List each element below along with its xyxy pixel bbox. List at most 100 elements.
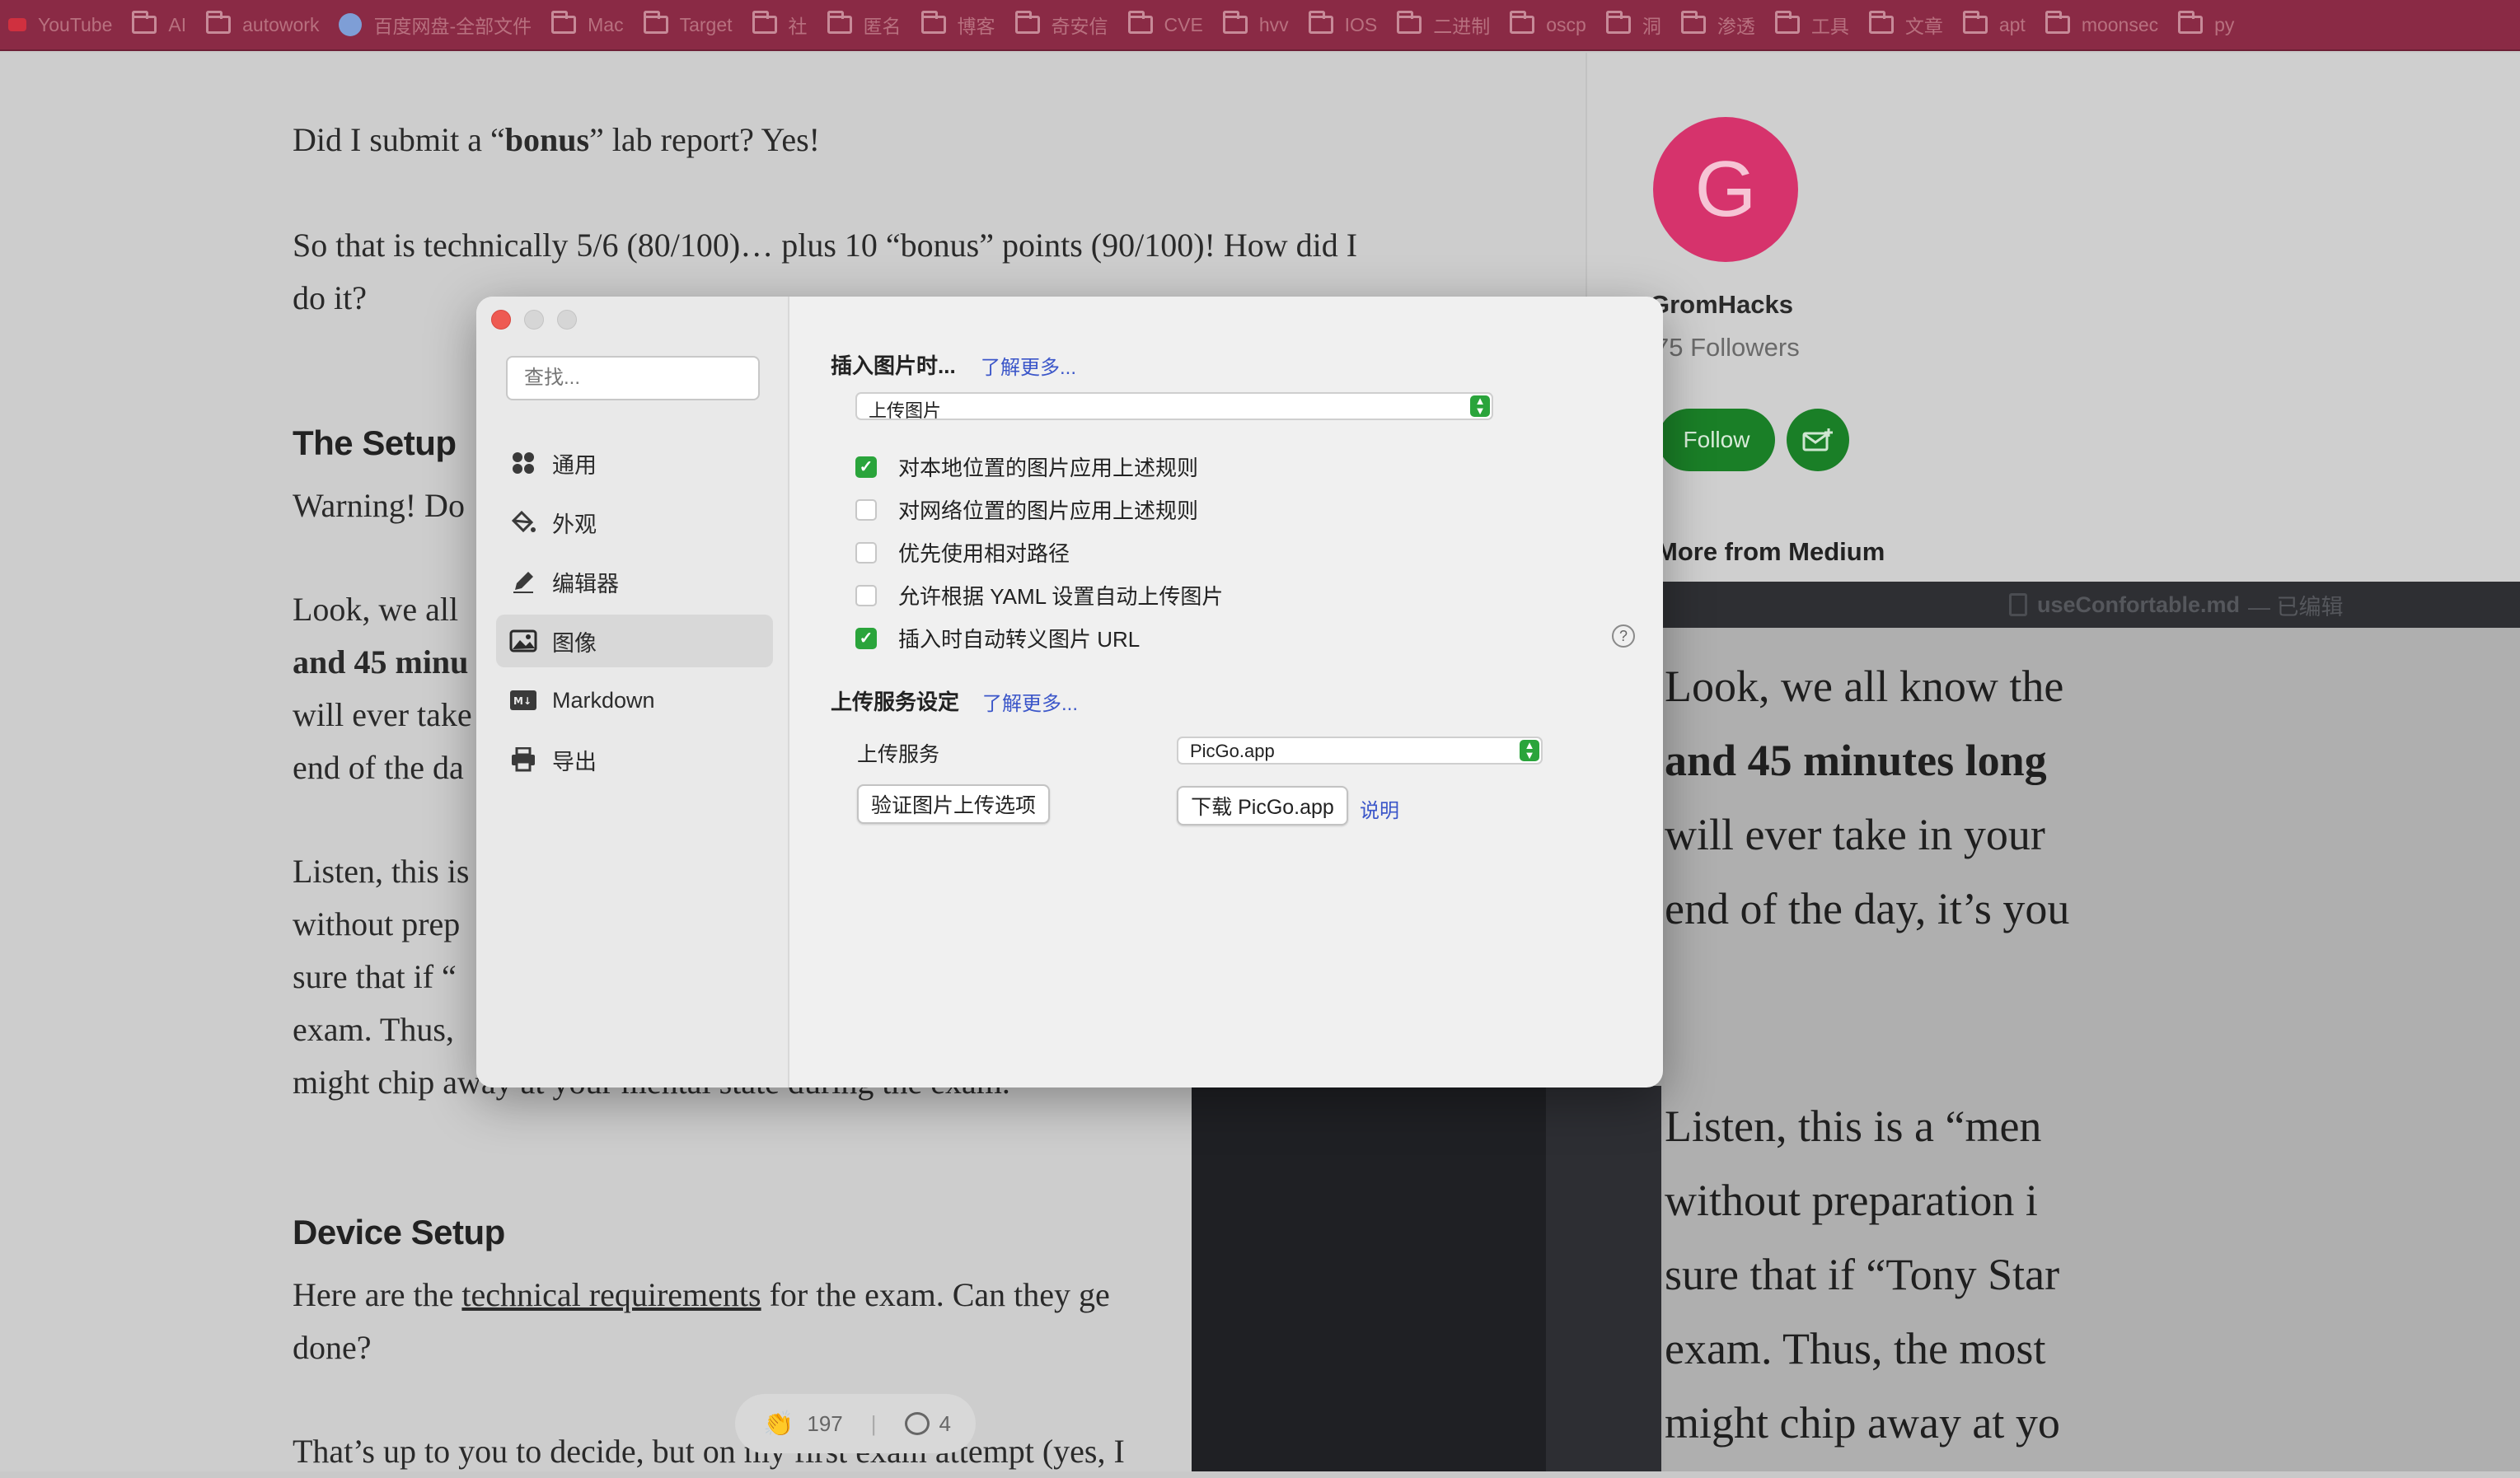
folder-icon — [551, 11, 577, 34]
verify-upload-button[interactable]: 验证图片上传选项 — [857, 784, 1050, 824]
bookmark-item[interactable]: Mac — [543, 0, 635, 49]
folder-icon — [920, 11, 946, 34]
bookmark-label: autowork — [242, 13, 320, 35]
bookmark-label: apt — [1998, 13, 2026, 35]
folder-icon — [206, 11, 232, 34]
checkbox-label: 插入时自动转义图片 URL — [898, 627, 1141, 652]
insert-image-action-select[interactable]: 上传图片 ▲ ▼ — [855, 392, 1493, 421]
general-grid-icon — [509, 449, 537, 477]
bookmark-item[interactable]: 社 — [744, 0, 819, 49]
folder-icon — [752, 11, 777, 34]
checkbox-yaml-upload[interactable]: 允许根据 YAML 设置自动上传图片 — [855, 580, 1223, 610]
bookmark-label: hvv — [1258, 13, 1289, 35]
bookmark-item[interactable]: 二进制 — [1389, 0, 1501, 49]
checkbox-empty-icon — [855, 498, 877, 521]
editor-line: and 45 minutes long — [1665, 736, 2047, 785]
typora-editor[interactable]: Look, we all know the and 45 minutes lon… — [1665, 628, 2520, 1471]
nav-item-export[interactable]: 导出 — [496, 733, 773, 786]
minimize-window-button[interactable] — [524, 310, 544, 330]
bookmark-label: 工具 — [1810, 16, 1849, 37]
bookmark-item[interactable]: 博客 — [913, 0, 1007, 49]
folder-icon — [2045, 11, 2070, 34]
bookmark-item[interactable]: apt — [1955, 0, 2037, 49]
clap-icon[interactable]: 👏 — [763, 1410, 794, 1438]
bookmark-label: Mac — [588, 13, 624, 35]
bookmark-item[interactable]: autowork — [198, 0, 330, 49]
checkbox-empty-icon — [855, 541, 877, 564]
subscribe-button[interactable] — [1787, 409, 1849, 471]
markdown-icon: M↓ — [509, 686, 537, 714]
checkbox-label: 优先使用相对路径 — [898, 541, 1070, 566]
bookmark-item[interactable]: 洞 — [1598, 0, 1673, 49]
bookmark-item[interactable]: 奇安信 — [1007, 0, 1120, 49]
nav-item-appearance[interactable]: 外观 — [496, 496, 773, 549]
checkmark-icon: ✓ — [855, 627, 877, 649]
nav-item-editor[interactable]: 编辑器 — [496, 555, 773, 608]
bookmark-item[interactable]: 文章 — [1861, 0, 1955, 49]
bookmarks-bar: YouTube AI autowork 百度网盘-全部文件 Mac Target 社 匿名 博客… — [0, 0, 2520, 51]
folder-icon — [1962, 11, 1988, 34]
select-value: 上传图片 — [869, 400, 942, 421]
typora-filename: useConfortable.md — [2037, 592, 2241, 617]
bookmark-item[interactable]: 渗透 — [1673, 0, 1767, 49]
bookmark-item[interactable]: Target — [635, 0, 744, 49]
checkmark-icon: ✓ — [855, 456, 877, 478]
bookmark-item[interactable]: 百度网盘-全部文件 — [330, 0, 543, 49]
help-icon[interactable]: ? — [1612, 624, 1635, 648]
comment-icon[interactable] — [904, 1412, 930, 1435]
checkbox-apply-network[interactable]: 对网络位置的图片应用上述规则 — [855, 494, 1198, 525]
bookmark-item[interactable]: YouTube — [0, 0, 124, 49]
zoom-window-button[interactable] — [557, 310, 577, 330]
nav-item-image[interactable]: 图像 — [496, 615, 773, 667]
nav-item-general[interactable]: 通用 — [496, 437, 773, 489]
bookmark-label: 社 — [788, 16, 808, 37]
bookmark-item[interactable]: 工具 — [1767, 0, 1861, 49]
bookmark-item[interactable]: 匿名 — [819, 0, 913, 49]
editor-line: will ever take in your — [1665, 810, 2045, 859]
technical-requirements-link[interactable]: technical requirements — [461, 1276, 761, 1313]
checkbox-empty-icon — [855, 584, 877, 606]
learn-more-link[interactable]: 了解更多... — [982, 687, 1078, 716]
close-window-button[interactable] — [491, 310, 511, 330]
folder-icon — [1868, 11, 1894, 34]
baidu-icon — [339, 13, 363, 36]
checkbox-apply-local[interactable]: ✓ 对本地位置的图片应用上述规则 — [855, 451, 1198, 482]
bookmark-label: 二进制 — [1433, 16, 1491, 37]
clap-bar: 👏 197 | 4 — [735, 1394, 976, 1453]
folder-icon — [1014, 11, 1040, 34]
folder-icon — [1680, 11, 1706, 34]
nav-item-markdown[interactable]: M↓ Markdown — [496, 674, 773, 727]
document-icon — [2009, 593, 2027, 616]
checkbox-relative-path[interactable]: 优先使用相对路径 — [855, 537, 1070, 568]
bookmark-item[interactable]: hvv — [1215, 0, 1300, 49]
bookmark-item[interactable]: AI — [124, 0, 198, 49]
upload-service-select[interactable]: PicGo.app ▲ ▼ — [1177, 737, 1543, 765]
folder-icon — [1510, 11, 1535, 34]
bookmark-item[interactable]: moonsec — [2037, 0, 2170, 49]
bookmark-item[interactable]: oscp — [1501, 0, 1598, 49]
more-from-medium-heading: More from Medium — [1656, 537, 1885, 566]
nav-item-label: 导出 — [552, 749, 597, 774]
preferences-search-input[interactable] — [506, 356, 760, 400]
paint-bucket-icon — [509, 508, 537, 536]
follow-button[interactable]: Follow — [1658, 409, 1775, 471]
learn-more-link[interactable]: 了解更多... — [981, 351, 1076, 380]
bookmark-label: 百度网盘-全部文件 — [373, 16, 532, 37]
comment-count: 4 — [939, 1410, 951, 1436]
download-picgo-button[interactable]: 下载 PicGo.app — [1177, 786, 1348, 826]
printer-icon — [509, 746, 537, 774]
avatar[interactable]: G — [1653, 117, 1798, 262]
bookmark-item[interactable]: CVE — [1120, 0, 1215, 49]
explain-link[interactable]: 说明 — [1360, 794, 1399, 823]
author-name[interactable]: GromHacks — [1650, 290, 1793, 320]
bookmark-label: YouTube — [38, 13, 113, 35]
bookmark-item[interactable]: py — [2170, 0, 2246, 49]
folder-icon — [827, 11, 852, 34]
checkbox-label: 对网络位置的图片应用上述规则 — [898, 498, 1199, 523]
bookmark-label: 渗透 — [1717, 16, 1755, 37]
bookmark-label: 博客 — [957, 16, 995, 37]
bookmark-item[interactable]: IOS — [1300, 0, 1389, 49]
nav-item-label: 外观 — [552, 512, 597, 537]
folder-icon — [1774, 11, 1800, 34]
checkbox-escape-url[interactable]: ✓ 插入时自动转义图片 URL — [855, 623, 1140, 653]
